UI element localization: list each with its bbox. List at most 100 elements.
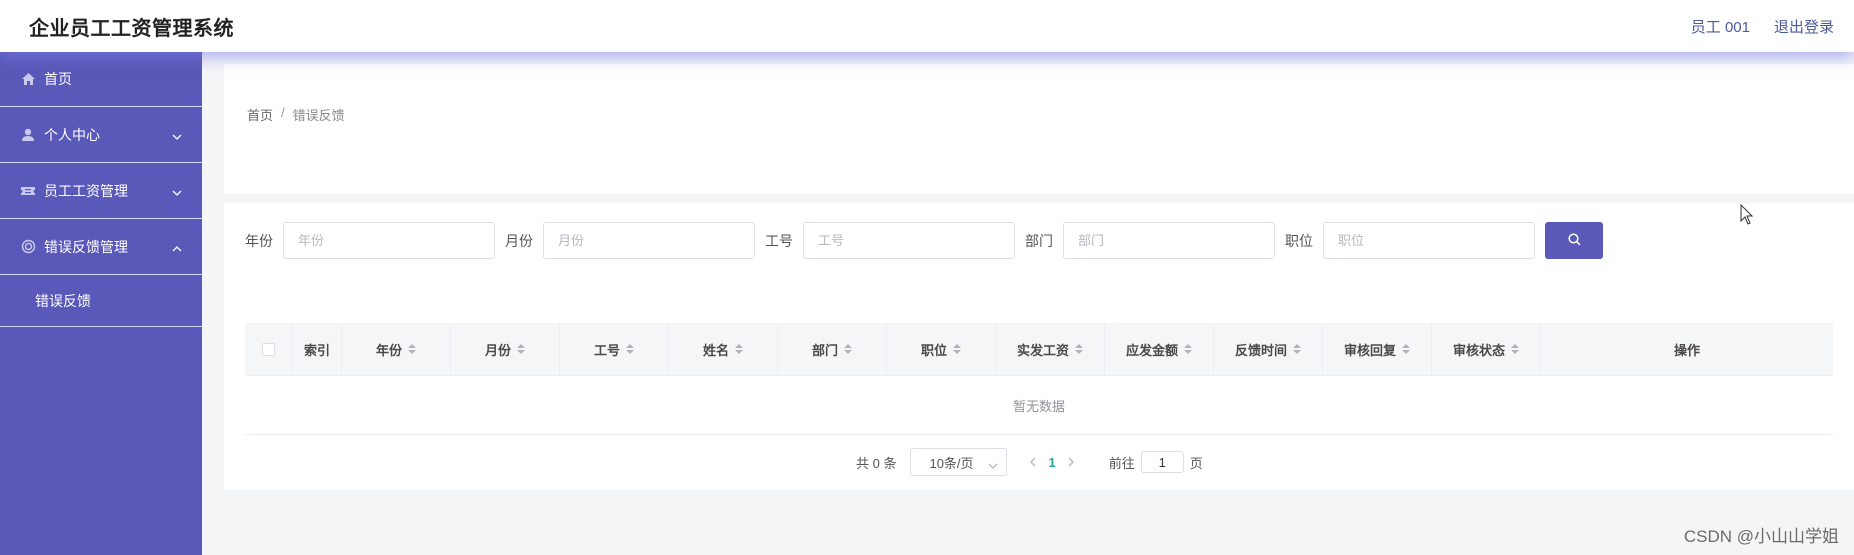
column-header-label: 部门 (811, 342, 838, 358)
sidebar-item-label: 错误反馈管理 (44, 238, 128, 255)
chevron-down-icon (172, 127, 182, 143)
column-header[interactable]: 姓名 (669, 323, 778, 375)
logout-button[interactable]: 退出登录 (1774, 16, 1834, 37)
filter-month: 月份 (505, 222, 755, 259)
sort-icon[interactable] (1184, 344, 1192, 354)
search-icon (1567, 232, 1581, 249)
column-header-label: 审核状态 (1452, 342, 1505, 358)
sort-icon[interactable] (1511, 344, 1519, 354)
goto-suffix: 页 (1189, 455, 1203, 471)
top-header: 企业员工工资管理系统 员工 001 退出登录 (0, 0, 1854, 52)
header-actions: 员工 001 退出登录 (1691, 16, 1834, 37)
filter-label: 年份 (245, 232, 273, 249)
column-header[interactable]: 实发工资 (996, 323, 1105, 375)
column-header-label: 年份 (375, 342, 402, 358)
page-number[interactable]: 1 (1048, 455, 1055, 470)
month-input[interactable] (543, 222, 755, 259)
column-header[interactable]: 审核回复 (1323, 323, 1432, 375)
ticket-icon (20, 183, 36, 199)
chevron-down-icon (988, 457, 998, 472)
sidebar-item-label: 个人中心 (44, 126, 100, 143)
breadcrumb-home[interactable]: 首页 (247, 105, 273, 124)
column-header[interactable]: 审核状态 (1432, 323, 1541, 375)
filter-position: 职位 (1285, 222, 1535, 259)
column-header-label: 月份 (484, 342, 511, 358)
breadcrumb-panel: 首页 / 错误反馈 (224, 64, 1854, 194)
main-content: 首页 / 错误反馈 年份 月份 工号 部门 职位 (202, 52, 1854, 555)
sort-icon[interactable] (844, 344, 852, 354)
sidebar-item-error-feedback-management[interactable]: 错误反馈管理 (0, 219, 202, 275)
goto-prefix: 前往 (1108, 455, 1135, 471)
sidebar-item-label: 员工工资管理 (44, 182, 128, 199)
column-header: 索引 (293, 323, 342, 375)
goto-page-input[interactable] (1140, 451, 1184, 473)
filter-employee-id: 工号 (765, 222, 1015, 259)
page-size-value: 10条/页 (929, 455, 974, 471)
empty-state: 暂无数据 (245, 376, 1833, 435)
column-header-label: 索引 (303, 342, 330, 358)
column-header-label: 实发工资 (1016, 342, 1069, 358)
chevron-left-icon (1030, 457, 1036, 467)
sidebar-item-salary-management[interactable]: 员工工资管理 (0, 163, 202, 219)
sort-icon[interactable] (953, 344, 961, 354)
column-header-label: 审核回复 (1343, 342, 1396, 358)
app-title: 企业员工工资管理系统 (29, 17, 234, 40)
sort-icon[interactable] (1293, 344, 1301, 354)
column-header[interactable]: 部门 (778, 323, 887, 375)
sort-icon[interactable] (408, 344, 416, 354)
sidebar-item-personal-center[interactable]: 个人中心 (0, 107, 202, 163)
filter-label: 月份 (505, 232, 533, 249)
watermark: CSDN @小山山学姐 (1683, 527, 1839, 546)
column-header[interactable]: 应发金额 (1105, 323, 1214, 375)
column-header-label: 操作 (1673, 342, 1700, 358)
filter-label: 职位 (1285, 232, 1313, 249)
department-input[interactable] (1063, 222, 1275, 259)
filter-label: 工号 (765, 232, 793, 249)
pagination: 共 0 条 10条/页 1 前往 页 (856, 448, 1203, 476)
page-size-select[interactable]: 10条/页 (910, 448, 1008, 476)
column-header[interactable]: 工号 (560, 323, 669, 375)
column-header[interactable]: 年份 (342, 323, 451, 375)
sort-icon[interactable] (1075, 344, 1083, 354)
settings-icon (20, 239, 36, 255)
breadcrumb: 首页 / 错误反馈 (247, 105, 345, 124)
chevron-right-icon (1068, 457, 1074, 467)
chevron-up-icon (172, 239, 182, 255)
filter-department: 部门 (1025, 222, 1275, 259)
select-all-cell (245, 323, 293, 375)
employee-id-input[interactable] (803, 222, 1015, 259)
user-icon (20, 127, 36, 143)
sidebar-subitem-error-feedback[interactable]: 错误反馈 (0, 275, 202, 327)
column-header-label: 应发金额 (1125, 342, 1178, 358)
current-user-label[interactable]: 员工 001 (1691, 16, 1750, 37)
select-all-checkbox[interactable] (262, 342, 275, 356)
sidebar-item-home[interactable]: 首页 (0, 52, 202, 107)
column-header[interactable]: 反馈时间 (1214, 323, 1323, 375)
column-header: 操作 (1541, 323, 1833, 375)
column-header-label: 工号 (593, 342, 620, 358)
search-button[interactable] (1545, 222, 1603, 259)
column-header-label: 姓名 (702, 342, 729, 358)
column-header[interactable]: 职位 (887, 323, 996, 375)
next-page-button[interactable] (1068, 454, 1075, 470)
home-icon (20, 71, 36, 87)
filter-bar: 年份 月份 工号 部门 职位 (245, 222, 1603, 259)
sort-icon[interactable] (517, 344, 525, 354)
filter-year: 年份 (245, 222, 495, 259)
sidebar: 首页 个人中心 员工工资管理 错误反馈管理 错误反馈 (0, 52, 202, 555)
sort-icon[interactable] (735, 344, 743, 354)
position-input[interactable] (1323, 222, 1535, 259)
breadcrumb-separator: / (281, 105, 285, 120)
sort-icon[interactable] (1402, 344, 1410, 354)
sort-icon[interactable] (626, 344, 634, 354)
prev-page-button[interactable] (1029, 454, 1036, 470)
filter-label: 部门 (1025, 232, 1053, 249)
column-header-label: 职位 (920, 342, 947, 358)
column-header[interactable]: 月份 (451, 323, 560, 375)
sidebar-subitem-label: 错误反馈 (35, 292, 91, 309)
data-table: 索引 年份 月份 工号 姓名 部门 职位 实发工资 应发金额 反馈时间 审核回复… (245, 323, 1833, 435)
pagination-total: 共 0 条 (856, 455, 897, 471)
sidebar-item-label: 首页 (44, 71, 72, 87)
year-input[interactable] (283, 222, 495, 259)
breadcrumb-current: 错误反馈 (292, 108, 345, 123)
